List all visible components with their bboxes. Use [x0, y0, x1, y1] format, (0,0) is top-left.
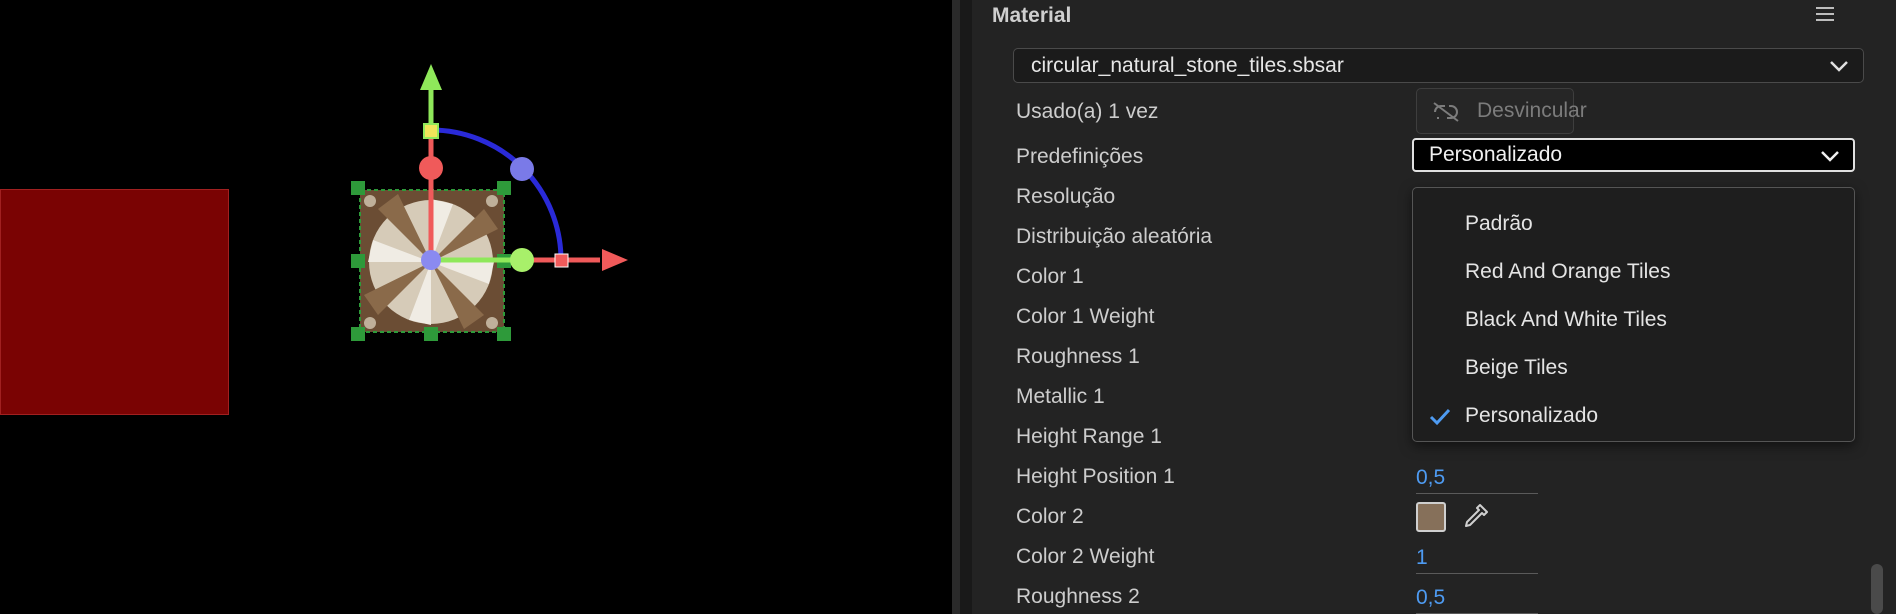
chevron-down-icon — [1821, 151, 1839, 162]
presets-select[interactable]: Personalizado — [1412, 138, 1855, 172]
property-label: Color 1 Weight — [1016, 305, 1155, 328]
preset-option[interactable]: Beige Tiles — [1413, 346, 1854, 390]
presets-dropdown-menu: Padrão Red And Orange Tiles Black And Wh… — [1412, 187, 1855, 442]
material-file-select[interactable]: circular_natural_stone_tiles.sbsar — [1013, 48, 1864, 83]
property-label: Color 2 Weight — [1016, 545, 1155, 568]
3d-viewport[interactable] — [0, 0, 952, 614]
panel-title: Material — [992, 4, 1072, 27]
material-file-value: circular_natural_stone_tiles.sbsar — [1031, 54, 1344, 77]
property-label: Distribuição aleatória — [1016, 225, 1213, 248]
roughness-2-input[interactable]: 0,5 — [1416, 583, 1538, 614]
preset-option-label: Personalizado — [1465, 404, 1599, 427]
property-label: Metallic 1 — [1016, 385, 1105, 408]
color-2-swatch[interactable] — [1416, 502, 1446, 532]
preset-option-label: Padrão — [1465, 212, 1533, 235]
color-2-weight-input[interactable]: 1 — [1416, 543, 1538, 574]
preset-option-label: Black And White Tiles — [1465, 308, 1667, 331]
usage-label: Usado(a) 1 vez — [1016, 100, 1159, 123]
property-label: Color 2 — [1016, 505, 1084, 528]
property-label: Height Range 1 — [1016, 425, 1162, 448]
panel-scrollbar[interactable] — [1871, 564, 1883, 614]
property-label: Height Position 1 — [1016, 465, 1175, 488]
presets-label: Predefinições — [1016, 145, 1144, 168]
height-position-1-input[interactable]: 0,5 — [1416, 463, 1538, 494]
checkmark-icon — [1429, 408, 1451, 426]
hamburger-menu-icon[interactable] — [1812, 3, 1838, 25]
transform-gizmo[interactable] — [0, 0, 952, 614]
unlink-label: Desvincular — [1477, 99, 1587, 122]
chevron-down-icon — [1830, 61, 1848, 72]
preset-option[interactable]: Red And Orange Tiles — [1413, 250, 1854, 294]
property-label: Resolução — [1016, 185, 1116, 208]
presets-selected-value: Personalizado — [1429, 143, 1563, 166]
preset-option[interactable]: Black And White Tiles — [1413, 298, 1854, 342]
unlink-icon — [1433, 102, 1459, 122]
eyedropper-icon[interactable] — [1460, 502, 1490, 532]
preset-option-selected[interactable]: Personalizado — [1413, 394, 1854, 438]
preset-option-label: Red And Orange Tiles — [1465, 260, 1671, 283]
property-label: Roughness 2 — [1016, 585, 1140, 608]
unlink-button[interactable]: Desvincular — [1416, 88, 1587, 134]
property-label: Roughness 1 — [1016, 345, 1140, 368]
properties-panel: Material circular_natural_stone_tiles.sb… — [972, 0, 1896, 614]
panel-divider[interactable] — [952, 0, 960, 614]
preset-option-label: Beige Tiles — [1465, 356, 1568, 379]
preset-option[interactable]: Padrão — [1413, 202, 1854, 246]
property-label: Color 1 — [1016, 265, 1084, 288]
panel-edge — [960, 0, 972, 614]
